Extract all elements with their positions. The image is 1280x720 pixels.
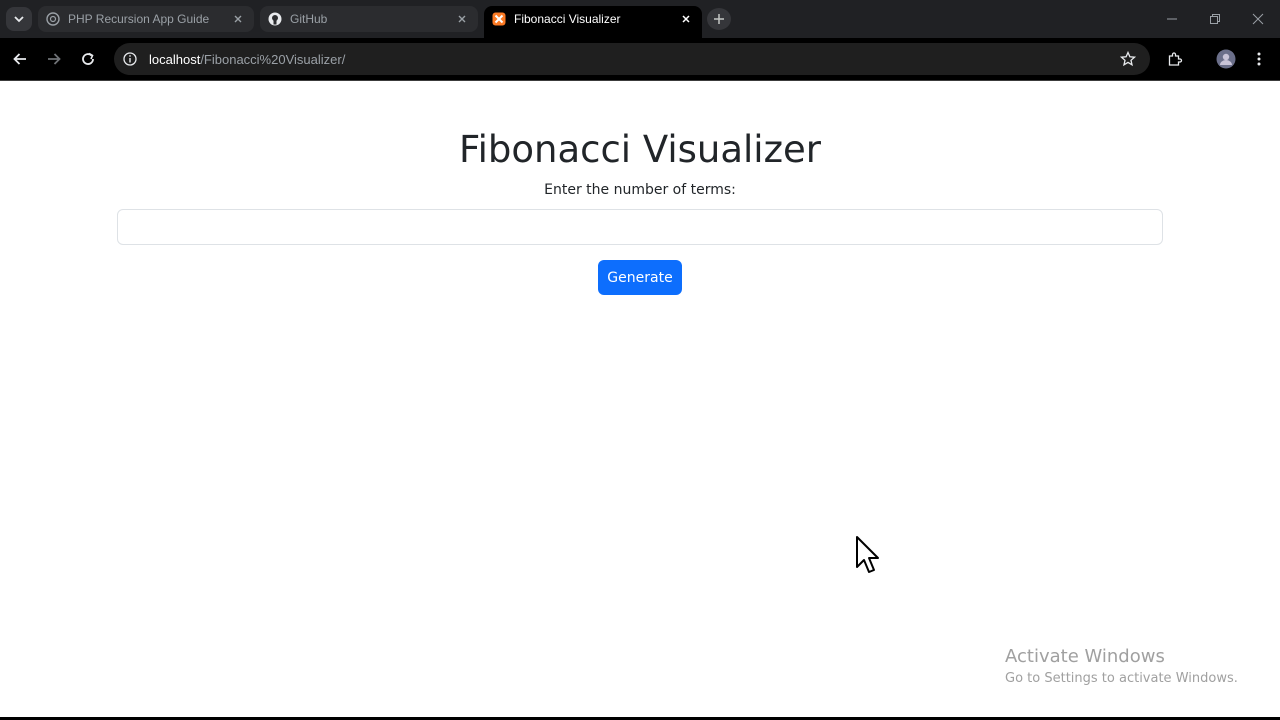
minimize-icon	[1167, 18, 1177, 20]
terms-label: Enter the number of terms:	[544, 182, 736, 198]
minimize-button[interactable]	[1160, 8, 1184, 30]
arrow-left-icon	[13, 53, 26, 65]
tab-fibonacci-visualizer[interactable]: Fibonacci Visualizer	[484, 6, 702, 38]
tab-github[interactable]: GitHub	[260, 6, 478, 32]
watermark-subtitle: Go to Settings to activate Windows.	[1005, 671, 1238, 686]
mouse-cursor-icon	[856, 536, 879, 573]
openai-icon	[46, 12, 60, 26]
close-icon[interactable]	[230, 11, 246, 27]
chevron-down-icon	[14, 16, 24, 23]
puzzle-icon	[1168, 52, 1183, 66]
star-icon	[1120, 51, 1136, 67]
windows-activation-watermark: Activate Windows Go to Settings to activ…	[1005, 646, 1238, 686]
new-tab-button[interactable]	[707, 8, 731, 30]
github-icon	[268, 12, 282, 26]
reload-icon	[82, 52, 94, 65]
url-text: localhost/Fibonacci%20Visualizer/	[149, 52, 345, 67]
tab-label: PHP Recursion App Guide	[68, 12, 210, 26]
close-icon[interactable]	[454, 11, 470, 27]
close-icon[interactable]	[678, 11, 694, 27]
plus-icon	[714, 14, 724, 24]
tab-search-button[interactable]	[6, 7, 32, 31]
forward-button[interactable]	[42, 47, 66, 71]
avatar-icon	[1216, 49, 1236, 69]
info-icon	[123, 52, 137, 66]
xampp-icon	[492, 12, 506, 26]
more-vertical-icon	[1257, 52, 1261, 66]
tab-php-recursion[interactable]: PHP Recursion App Guide	[38, 6, 254, 32]
terms-input[interactable]	[117, 209, 1163, 245]
arrow-right-icon	[48, 53, 61, 65]
generate-button[interactable]: Generate	[598, 260, 682, 295]
restore-icon	[1210, 14, 1220, 24]
tab-label: GitHub	[290, 12, 328, 26]
menu-button[interactable]	[1247, 47, 1271, 71]
browser-toolbar: localhost/Fibonacci%20Visualizer/	[0, 38, 1280, 81]
restore-button[interactable]	[1203, 8, 1227, 30]
page-viewport: Fibonacci Visualizer Enter the number of…	[0, 82, 1280, 718]
back-button[interactable]	[8, 47, 32, 71]
bookmark-button[interactable]	[1116, 47, 1140, 71]
tab-label: Fibonacci Visualizer	[514, 12, 621, 26]
profile-avatar[interactable]	[1214, 47, 1238, 71]
url-host: localhost	[149, 51, 201, 67]
tab-strip: PHP Recursion App Guide GitHub Fibonacci…	[0, 0, 1280, 38]
address-bar[interactable]: localhost/Fibonacci%20Visualizer/	[114, 43, 1150, 75]
close-window-button[interactable]	[1246, 8, 1270, 30]
watermark-title: Activate Windows	[1005, 646, 1165, 667]
url-path: /Fibonacci%20Visualizer/	[200, 51, 346, 67]
reload-button[interactable]	[76, 47, 100, 71]
extensions-button[interactable]	[1163, 47, 1187, 71]
page-title: Fibonacci Visualizer	[459, 128, 821, 171]
site-info-button[interactable]	[116, 45, 144, 73]
close-icon	[1252, 13, 1264, 25]
